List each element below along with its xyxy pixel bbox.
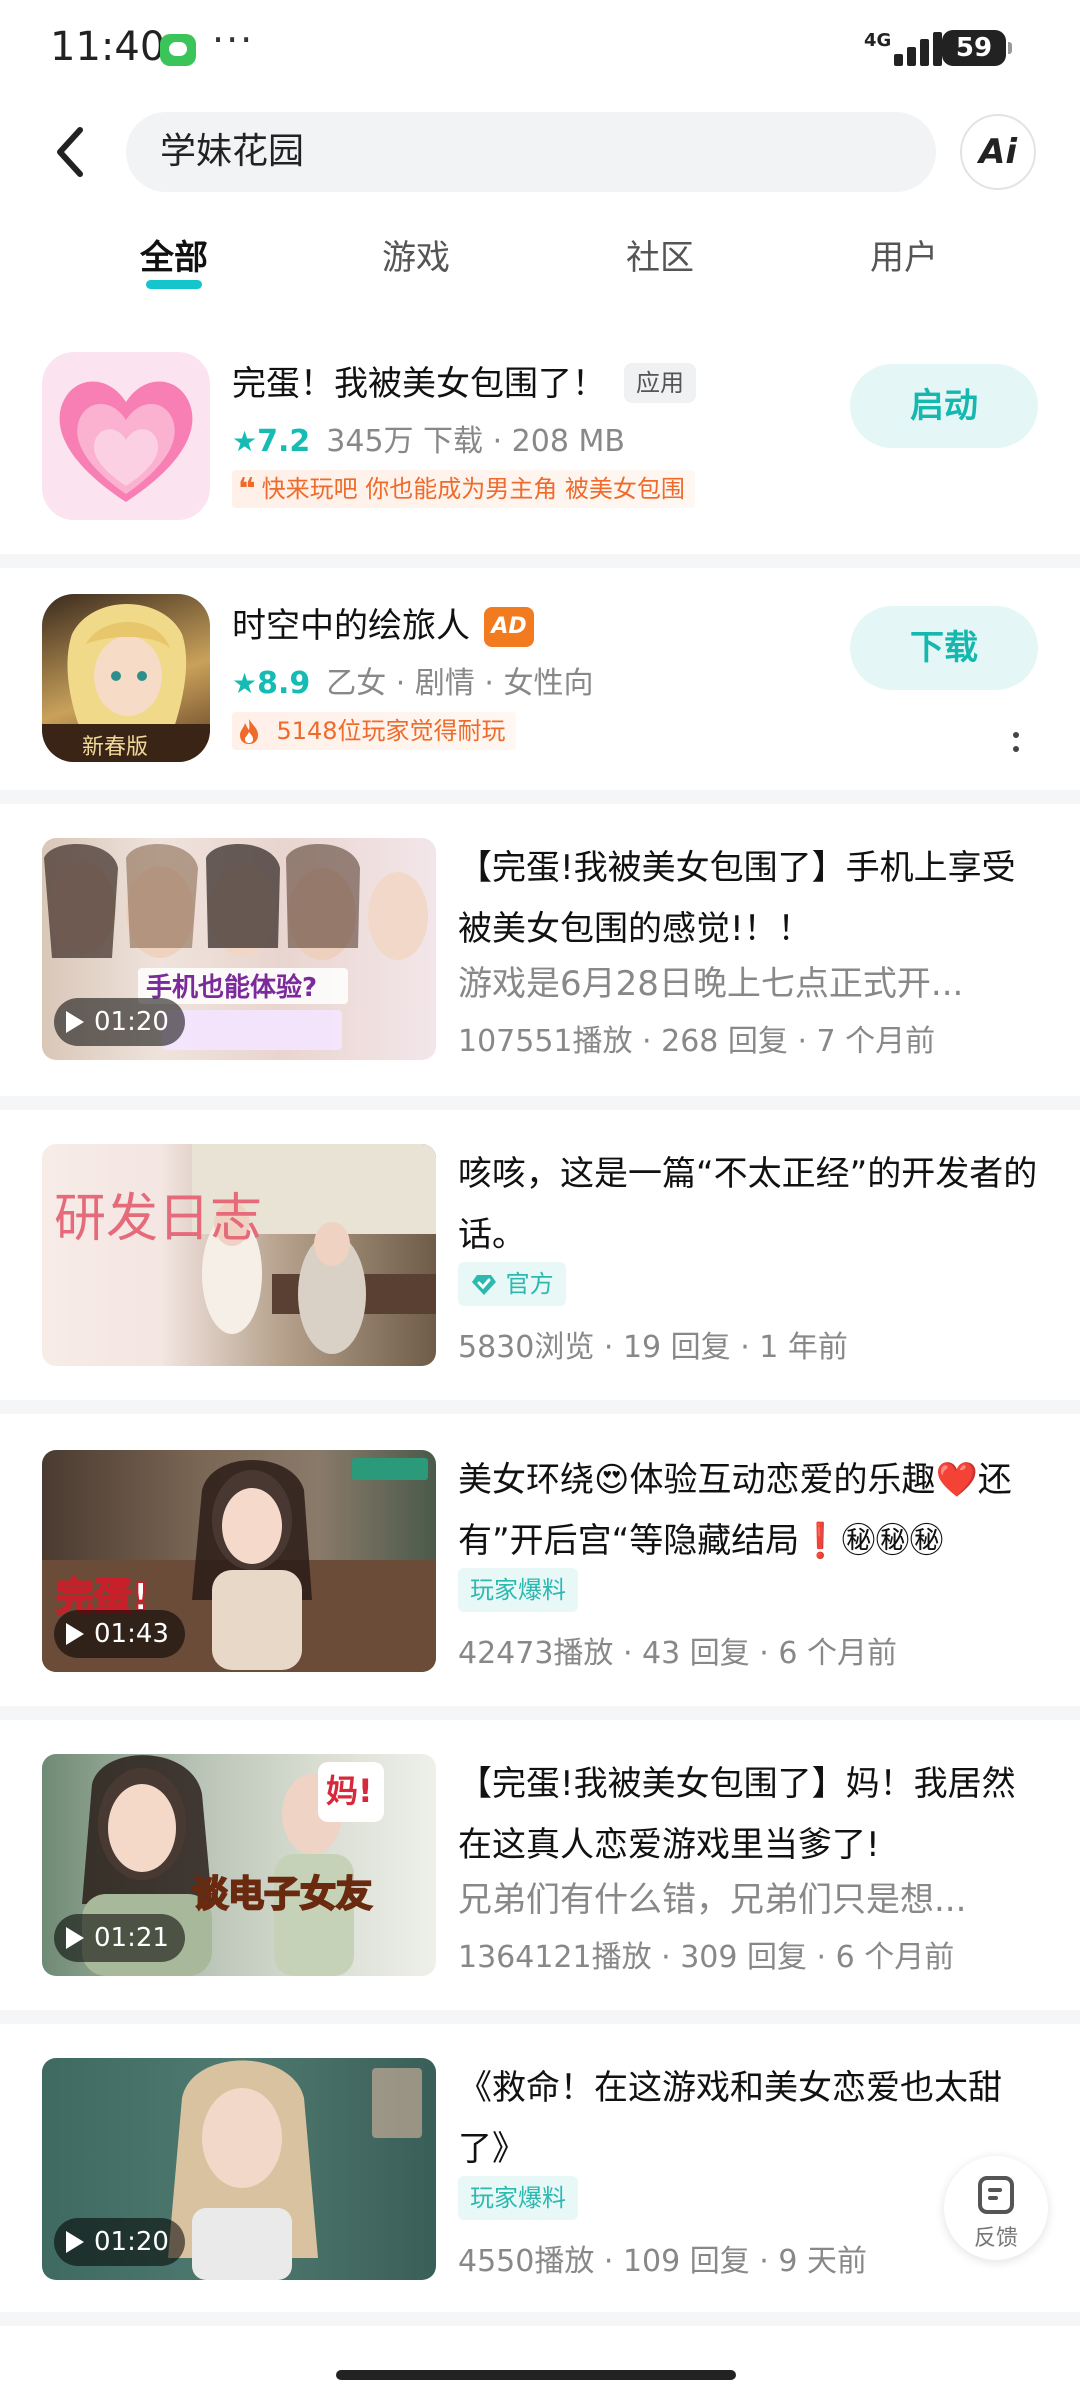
more-options-icon[interactable] (1006, 722, 1026, 762)
divider (0, 1400, 1080, 1414)
app-title: 完蛋！我被美女包围了！ 应用 (232, 356, 696, 405)
thumbnail-caption: 研发日志 (54, 1189, 262, 1249)
app-rating: 7.2 (257, 424, 311, 459)
post-title[interactable]: 《救命！在这游戏和美女恋爱也太甜了》 (458, 2058, 1038, 2180)
star-icon: ★ (232, 425, 258, 458)
post-title[interactable]: 【完蛋!我被美女包围了】妈！我居然在这真人恋爱游戏里当爹了! (458, 1754, 1038, 1876)
app-meta-text: 345万 下载 · 208 MB (326, 424, 625, 459)
tab-users[interactable]: 用户 (804, 230, 1004, 279)
message-notification-icon (160, 34, 196, 66)
video-thumbnail[interactable]: 手机也能体验? 01:20 (42, 838, 436, 1060)
download-button[interactable]: 下载 (850, 606, 1038, 690)
search-input[interactable]: 学妹花园 (126, 112, 936, 192)
post-item[interactable]: 研发日志 咳咳，这是一篇“不太正经”的开发者的话。 官方 5830浏览 · 19… (0, 1144, 1080, 1374)
signal-icon (888, 30, 944, 66)
back-arrow-icon[interactable] (48, 122, 96, 182)
ad-badge: AD (484, 607, 534, 647)
active-tab-indicator (146, 280, 202, 289)
app-title-text: 时空中的绘旅人 (232, 606, 470, 646)
duration-text: 01:21 (94, 1923, 169, 1953)
post-stats: 4550播放 · 109 回复 · 9 天前 (458, 2244, 867, 2279)
post-title[interactable]: 【完蛋!我被美女包围了】手机上享受被美女包围的感觉!！！ (458, 838, 1038, 960)
duration-text: 01:20 (94, 1007, 169, 1037)
app-highlight-text: 快来玩吧 你也能成为男主角 被美女包围 (261, 475, 685, 503)
tab-all[interactable]: 全部 (74, 230, 274, 279)
thumbnail-caption: 谈电子女友 (192, 1874, 372, 1915)
official-tag: 官方 (458, 1262, 566, 1306)
app-icon-character: 新春版 (42, 594, 210, 762)
video-thumbnail[interactable]: 妈! 谈电子女友 01:21 (42, 1754, 436, 1976)
post-stats: 1364121播放 · 309 回复 · 6 个月前 (458, 1940, 955, 1975)
post-excerpt: 兄弟们有什么错，兄弟们只是想... (458, 1880, 967, 1920)
ai-button[interactable]: Ai (960, 114, 1036, 190)
launch-button[interactable]: 启动 (850, 364, 1038, 448)
divider (0, 1706, 1080, 1720)
tab-community[interactable]: 社区 (560, 230, 760, 279)
app-highlight-text: 5148位玩家觉得耐玩 (276, 717, 506, 745)
player-leak-tag: 玩家爆料 (458, 1568, 578, 1612)
video-thumbnail[interactable]: 完蛋! 01:43 (42, 1450, 436, 1672)
video-duration: 01:21 (54, 1914, 185, 1962)
app-type-badge: 应用 (624, 363, 696, 403)
app-highlight: 5148位玩家觉得耐玩 (232, 712, 516, 750)
app-icon-heart (42, 352, 210, 520)
play-icon (66, 2231, 84, 2253)
status-time: 11:40 (50, 24, 166, 70)
diamond-check-icon (470, 1270, 506, 1298)
post-title[interactable]: 咳咳，这是一篇“不太正经”的开发者的话。 (458, 1144, 1038, 1266)
home-indicator[interactable] (336, 2370, 736, 2380)
app-meta: ★8.9 乙女 · 剧情 · 女性向 (232, 658, 593, 702)
post-title[interactable]: 美女环绕😍体验互动恋爱的乐趣❤️还有”开后宫“等隐藏结局❗㊙㊙㊙ (458, 1450, 1038, 1572)
article-thumbnail[interactable]: 研发日志 (42, 1144, 436, 1366)
play-icon (66, 1927, 84, 1949)
feedback-button[interactable]: 反馈 (944, 2156, 1048, 2260)
app-meta-text: 乙女 · 剧情 · 女性向 (326, 666, 594, 701)
app-title: 时空中的绘旅人 AD (232, 598, 534, 647)
star-icon: ★ (232, 667, 258, 700)
play-icon (66, 1623, 84, 1645)
fire-icon (238, 714, 270, 749)
feedback-label: 反馈 (973, 2226, 1018, 2251)
divider (0, 2010, 1080, 2024)
video-duration: 01:20 (54, 2218, 185, 2266)
result-tabs: 全部 游戏 社区 用户 (0, 230, 1080, 300)
app-meta: ★7.2 345万 下载 · 208 MB (232, 416, 625, 460)
divider (0, 790, 1080, 804)
app-highlight: ❝ 快来玩吧 你也能成为男主角 被美女包围 (232, 470, 695, 508)
thumbnail-caption: 手机也能体验? (146, 972, 317, 1003)
video-duration: 01:43 (54, 1610, 185, 1658)
post-stats: 5830浏览 · 19 回复 · 1 年前 (458, 1330, 848, 1365)
divider (0, 2312, 1080, 2326)
divider (0, 1096, 1080, 1110)
feedback-icon (978, 2176, 1014, 2214)
post-item[interactable]: 妈! 谈电子女友 01:21 【完蛋!我被美女包围了】妈！我居然在这真人恋爱游戏… (0, 1754, 1080, 1984)
duration-text: 01:43 (94, 1619, 169, 1649)
post-stats: 42473播放 · 43 回复 · 6 个月前 (458, 1636, 897, 1671)
player-leak-tag: 玩家爆料 (458, 2176, 578, 2220)
svg-text:妈!: 妈! (326, 1772, 373, 1810)
app-title-text: 完蛋！我被美女包围了！ (232, 364, 606, 404)
post-stats: 107551播放 · 268 回复 · 7 个月前 (458, 1024, 936, 1059)
battery-icon: 59 (942, 30, 1012, 66)
app-rating: 8.9 (257, 666, 311, 701)
tag-text: 官方 (505, 1270, 554, 1298)
duration-text: 01:20 (94, 2227, 169, 2257)
video-duration: 01:20 (54, 998, 185, 1046)
divider (0, 554, 1080, 568)
quote-icon: ❝ (238, 472, 256, 507)
post-item[interactable]: 手机也能体验? 01:20 【完蛋!我被美女包围了】手机上享受被美女包围的感觉!… (0, 838, 1080, 1068)
play-icon (66, 1011, 84, 1033)
more-notifications-icon: ··· (212, 18, 255, 62)
tab-games[interactable]: 游戏 (316, 230, 516, 279)
status-bar: 11:40 ··· 4G 59 (0, 0, 1080, 100)
svg-text:新春版: 新春版 (82, 735, 148, 760)
post-item[interactable]: 完蛋! 01:43 美女环绕😍体验互动恋爱的乐趣❤️还有”开后宫“等隐藏结局❗㊙… (0, 1450, 1080, 1680)
search-header: 学妹花园 Ai (0, 100, 1080, 210)
post-excerpt: 游戏是6月28日晚上七点正式开... (458, 964, 964, 1004)
video-thumbnail[interactable]: 01:20 (42, 2058, 436, 2280)
post-item[interactable]: 01:20 《救命！在这游戏和美女恋爱也太甜了》 玩家爆料 4550播放 · 1… (0, 2058, 1080, 2288)
